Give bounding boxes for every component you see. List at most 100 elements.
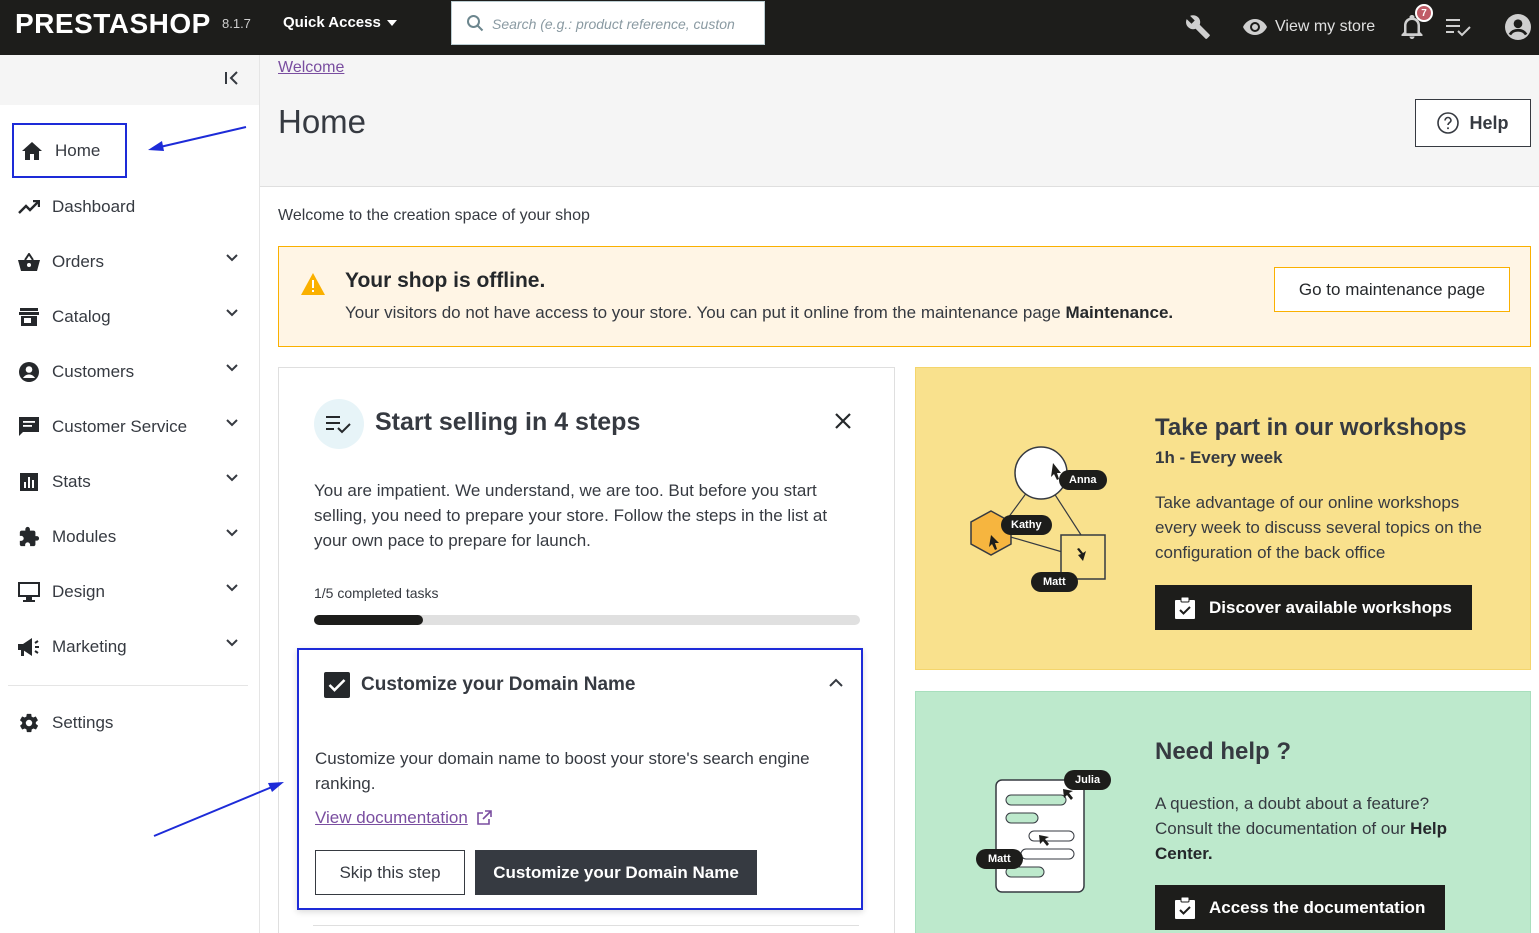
access-documentation-label: Access the documentation: [1209, 897, 1426, 917]
sidebar-item-home[interactable]: Home: [12, 123, 127, 178]
task-description: Customize your domain name to boost your…: [315, 749, 810, 793]
progress-fill: [314, 615, 424, 625]
sidebar-item-label: Design: [52, 582, 105, 601]
bar-chart-icon: [16, 471, 42, 493]
name-tag-matt: Matt: [1031, 572, 1078, 592]
sidebar-item-label: Stats: [52, 472, 91, 491]
sidebar-item-catalog[interactable]: Catalog: [16, 295, 242, 339]
documentation-illustration: [995, 779, 1085, 893]
workshop-subtitle: 1h - Every week: [1155, 448, 1283, 467]
sidebar-item-label: Home: [55, 140, 101, 160]
chevron-down-icon: [226, 364, 238, 372]
chevron-down-icon: [226, 419, 238, 427]
checkmark-icon: [328, 679, 346, 692]
sidebar-item-label: Customer Service: [52, 417, 188, 436]
sidebar-item-label: Catalog: [52, 307, 111, 326]
help-title: Need help ?: [1155, 738, 1292, 765]
sidebar: Home Dashboard Orders Catalog Customers …: [0, 55, 260, 933]
search-input[interactable]: [492, 12, 756, 36]
view-documentation-link[interactable]: View documentation: [315, 808, 492, 828]
chevron-down-icon: [226, 584, 238, 592]
eye-icon: [1243, 19, 1267, 35]
notification-badge: 7: [1415, 4, 1433, 22]
collapse-sidebar-icon[interactable]: [224, 70, 240, 91]
chevron-down-icon: [226, 474, 238, 482]
basket-icon: [16, 251, 42, 273]
quick-access-menu[interactable]: Quick Access: [283, 14, 397, 31]
help-button[interactable]: Help: [1415, 99, 1531, 147]
close-icon[interactable]: [834, 412, 852, 430]
account-circle-icon: [16, 361, 42, 383]
help-card: Julia Matt Need help ? A question, a dou…: [915, 691, 1531, 933]
workshop-card: Anna Kathy Matt Take part in our worksho…: [915, 367, 1531, 670]
search-box[interactable]: [451, 1, 765, 45]
caret-down-icon: [386, 20, 397, 27]
sidebar-item-modules[interactable]: Modules: [16, 515, 242, 559]
chevron-up-icon[interactable]: [829, 678, 843, 687]
quick-access-label: Quick Access: [283, 14, 381, 31]
alert-text-bold: Maintenance.: [1065, 303, 1174, 322]
version-label: 8.1.7: [222, 16, 251, 31]
sidebar-item-settings[interactable]: Settings: [16, 701, 242, 745]
search-icon: [467, 15, 484, 32]
discover-workshops-label: Discover available workshops: [1209, 597, 1452, 617]
notifications-button[interactable]: 7: [1401, 4, 1433, 44]
customize-domain-button[interactable]: Customize your Domain Name: [475, 850, 757, 895]
external-link-icon: [476, 810, 492, 825]
name-tag-kathy: Kathy: [1001, 515, 1052, 535]
sidebar-item-label: Orders: [52, 252, 104, 271]
go-to-maintenance-button[interactable]: Go to maintenance page: [1274, 267, 1510, 312]
trending-up-icon: [16, 196, 42, 218]
breadcrumb[interactable]: Welcome: [278, 59, 344, 77]
gear-icon: [16, 712, 42, 734]
tasks-button[interactable]: [1446, 10, 1472, 44]
view-my-store-label: View my store: [1275, 18, 1376, 35]
checklist-icon: [314, 399, 364, 449]
sidebar-item-label: Marketing: [52, 637, 127, 656]
view-my-store-link[interactable]: View my store: [1243, 10, 1375, 44]
sidebar-item-label: Modules: [52, 527, 117, 546]
chevron-down-icon: [226, 254, 238, 262]
warning-icon: [301, 273, 325, 295]
help-body: A question, a doubt about a feature? Con…: [1155, 791, 1475, 866]
task-customize-domain: Customize your Domain Name Customize you…: [297, 648, 863, 910]
sidebar-divider: [8, 685, 248, 686]
top-bar: PRESTASHOP 8.1.7 Quick Access View my st…: [0, 0, 1539, 55]
alert-title: Your shop is offline.: [345, 269, 546, 292]
prestashop-logo[interactable]: PRESTASHOP: [15, 8, 211, 40]
desktop-icon: [16, 581, 42, 603]
sidebar-item-label: Dashboard: [52, 197, 136, 216]
clipboard-check-icon: [1175, 896, 1195, 919]
page-header: Welcome Home Help: [260, 55, 1539, 187]
wrench-icon: [1186, 15, 1210, 39]
sidebar-item-label: Settings: [52, 713, 114, 732]
sidebar-item-customer-service[interactable]: Customer Service: [16, 405, 242, 449]
workshop-title: Take part in our workshops: [1155, 414, 1467, 441]
user-account-button[interactable]: [1505, 10, 1531, 44]
sidebar-item-customers[interactable]: Customers: [16, 350, 242, 394]
steps-intro: You are impatient. We understand, we are…: [314, 481, 828, 550]
sidebar-item-design[interactable]: Design: [16, 570, 242, 614]
sidebar-item-marketing[interactable]: Marketing: [16, 625, 242, 669]
access-documentation-button[interactable]: Access the documentation: [1155, 885, 1446, 930]
chevron-down-icon: [226, 309, 238, 317]
sidebar-item-dashboard[interactable]: Dashboard: [16, 185, 242, 229]
help-label: Help: [1469, 112, 1509, 133]
user-avatar-icon: [1505, 14, 1531, 40]
discover-workshops-button[interactable]: Discover available workshops: [1155, 585, 1472, 630]
sidebar-item-stats[interactable]: Stats: [16, 460, 242, 504]
puzzle-icon: [16, 526, 42, 548]
store-icon: [16, 306, 42, 328]
skip-step-button[interactable]: Skip this step: [315, 850, 465, 895]
name-tag-matt: Matt: [976, 849, 1023, 869]
task-checkbox[interactable]: [324, 672, 350, 698]
sidebar-item-orders[interactable]: Orders: [16, 240, 242, 284]
chevron-down-icon: [226, 529, 238, 537]
name-tag-anna: Anna: [1059, 470, 1107, 490]
alert-text: Your visitors do not have access to your…: [345, 303, 1173, 323]
maintenance-wrench-button[interactable]: [1185, 10, 1211, 44]
help-circle-icon: [1437, 112, 1460, 134]
progress-label: 1/5 completed tasks: [314, 585, 439, 601]
megaphone-icon: [16, 636, 42, 658]
alert-text-body: Your visitors do not have access to your…: [345, 303, 1061, 322]
